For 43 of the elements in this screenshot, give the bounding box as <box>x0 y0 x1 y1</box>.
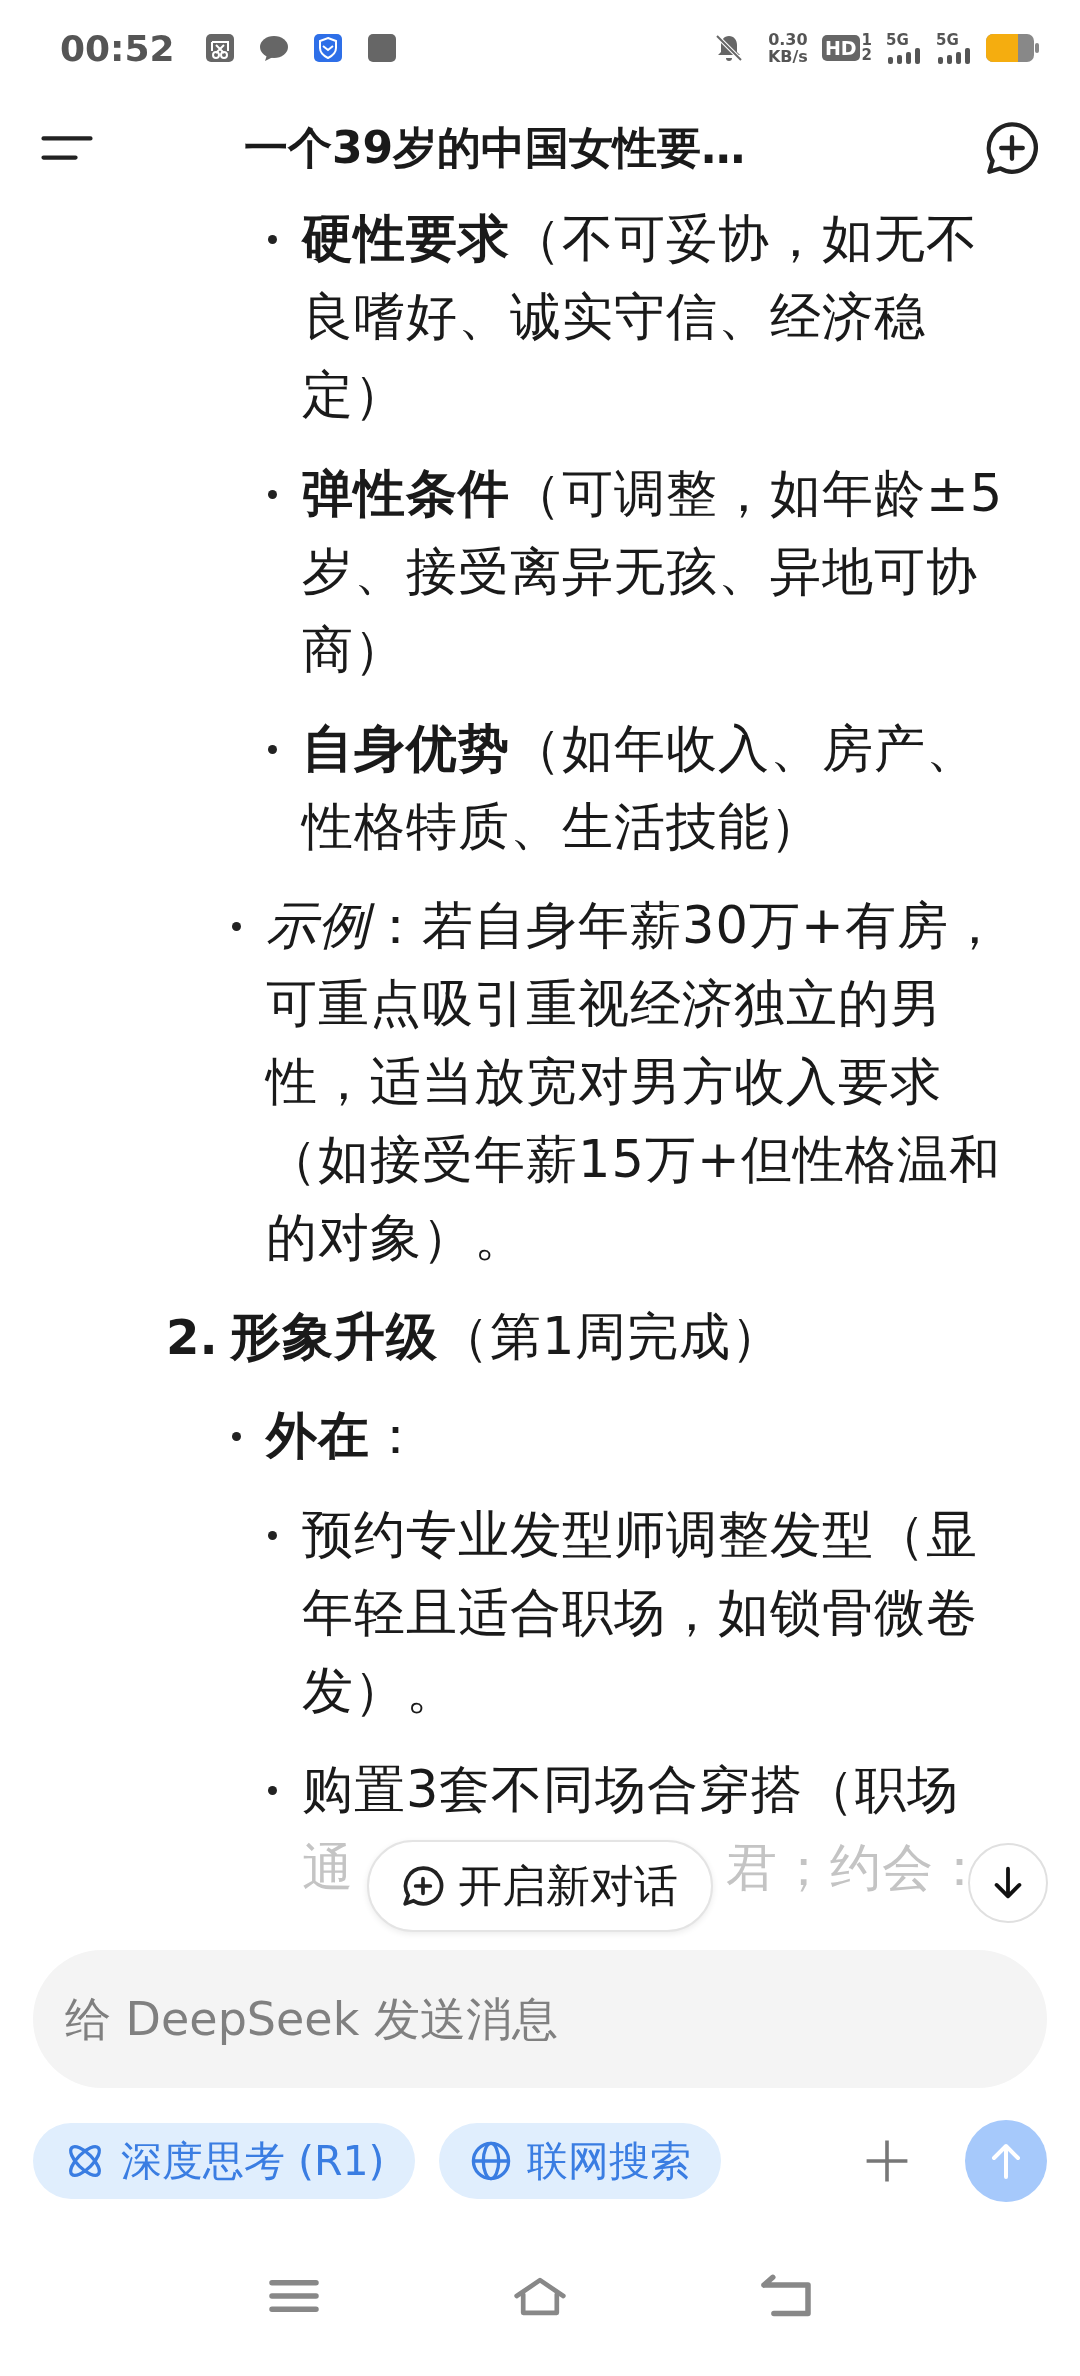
bullet-icon <box>268 1785 277 1795</box>
shield-icon <box>312 33 343 63</box>
speed-unit: KB/s <box>767 48 808 65</box>
bullet-icon <box>268 234 277 244</box>
list-item-text: 外在： <box>266 1405 423 1467</box>
list-item-text: 自身优势（如年收入、房产、性格特质、生活技能） <box>302 718 979 858</box>
app-square-icon <box>366 33 397 63</box>
back-icon[interactable] <box>758 2274 814 2318</box>
screenshot-icon <box>204 33 235 63</box>
network-type: 5G <box>886 32 909 48</box>
new-chat-icon <box>402 1865 444 1907</box>
sim-number: 1 <box>861 33 872 48</box>
list-item-text: 硬性要求（不可妥协，如无不良嗜好、诚实守信、经济稳定） <box>302 208 979 426</box>
new-chat-pill[interactable]: 开启新对话 <box>367 1840 713 1932</box>
signal-icon <box>886 47 922 64</box>
speed-value: 0.30 <box>768 31 808 48</box>
bullet-icon <box>268 744 277 754</box>
list-item-text: 弹性条件（可调整，如年龄±5岁、接受离异无孩、异地可协商） <box>302 463 1005 681</box>
chat-bubble-icon <box>258 33 289 63</box>
bullet-icon <box>268 1530 277 1540</box>
new-chat-icon <box>984 120 1040 176</box>
bullet-icon <box>232 921 241 931</box>
status-time: 00:52 <box>60 27 175 69</box>
faded-text: 君；约会： <box>726 1837 986 1899</box>
list-item-text: 预约专业发型师调整发型（显年轻且适合职场，如锁骨微卷发）。 <box>302 1504 979 1722</box>
battery-icon <box>986 33 1040 63</box>
list-number: 2. <box>166 1308 219 1367</box>
list-item-text: 购置3套不同场合穿搭（职场 <box>302 1759 961 1821</box>
bullet-icon <box>232 1431 241 1441</box>
mute-bell-icon <box>713 33 744 63</box>
network-type: 5G <box>936 32 959 48</box>
bullet-icon <box>268 489 277 499</box>
new-chat-button[interactable] <box>984 120 1040 176</box>
faded-text: 通 <box>302 1837 354 1899</box>
message-input[interactable]: 给 DeepSeek 发送消息 <box>33 1950 1047 2088</box>
signal-icon <box>936 47 972 64</box>
mode-chip[interactable]: 深度思考 (R1) <box>33 2123 415 2199</box>
hd-badge: HD <box>821 35 860 61</box>
list-item-text: 示例：若自身年薪30万+有房，可重点吸引重视经济独立的男性，适当放宽对男方收入要求（如接受年薪15万+但性格温和的对象）。 <box>266 895 1002 1269</box>
chat-title: 一个39岁的中国女性要… <box>244 120 747 175</box>
sim-number: 2 <box>861 48 872 63</box>
mode-chip[interactable]: 联网搜索 <box>438 2123 721 2199</box>
list-heading: 形象升级（第1周完成） <box>230 1306 785 1368</box>
